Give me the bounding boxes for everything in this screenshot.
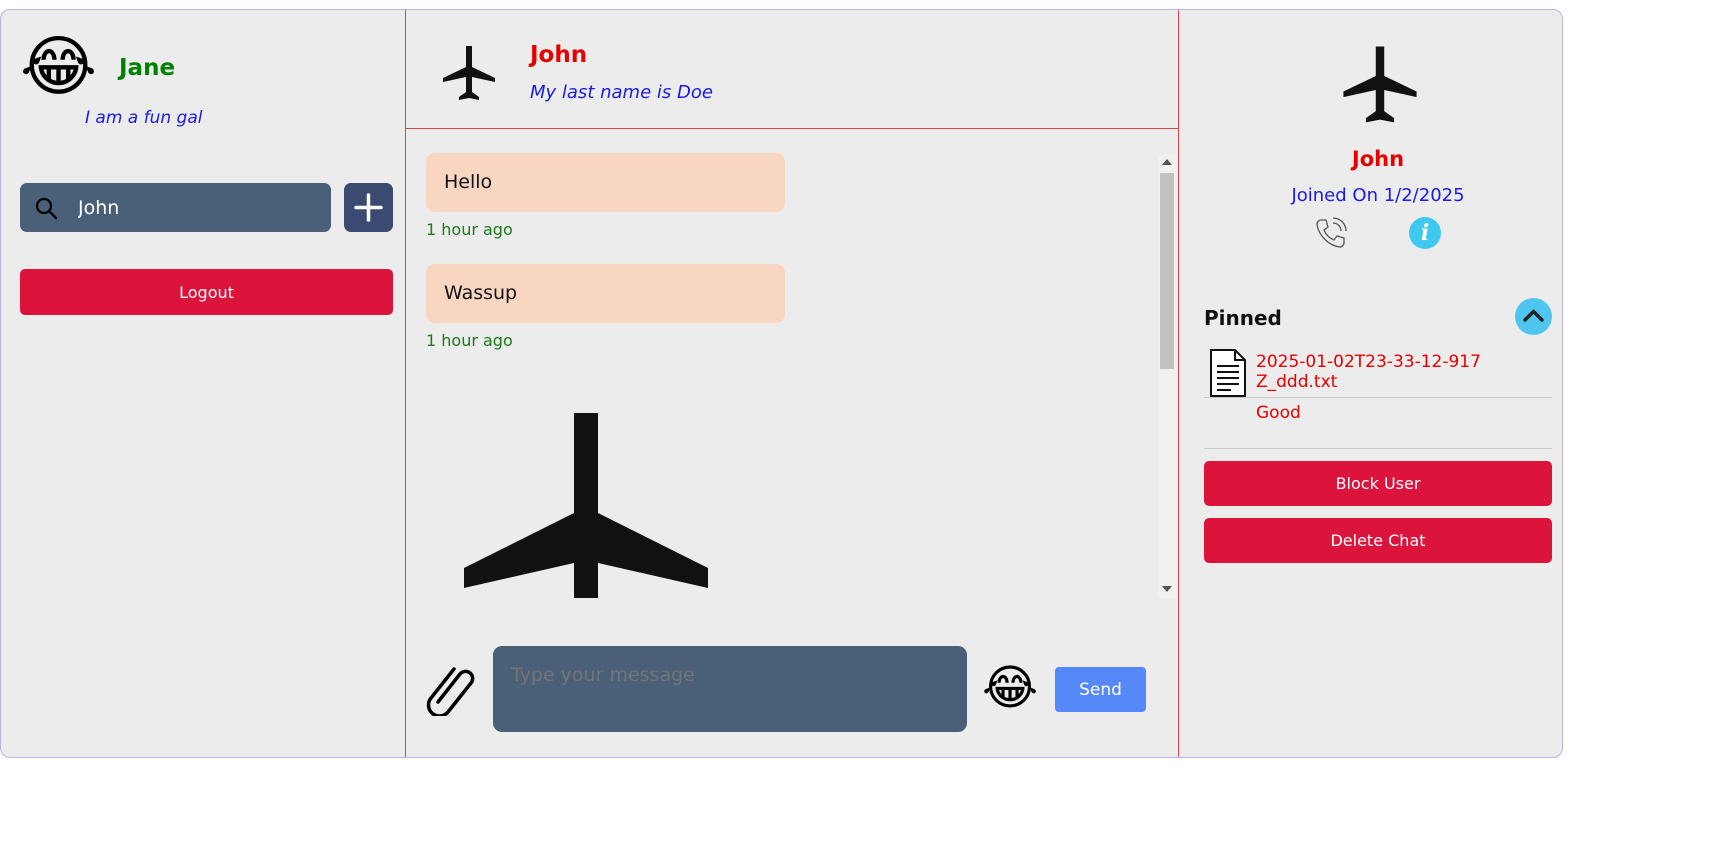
search-box	[20, 183, 331, 232]
search-icon	[35, 197, 58, 220]
airplane-icon[interactable]	[1335, 38, 1425, 128]
message-time: 1 hour ago	[426, 220, 513, 239]
emoji-icon[interactable]: 😂	[982, 658, 1038, 718]
message-list: Hello 1 hour ago Wassup 1 hour ago	[406, 153, 1176, 598]
divider	[1204, 448, 1552, 449]
collapse-pinned-button[interactable]	[1515, 298, 1552, 335]
block-user-button[interactable]: Block User	[1204, 461, 1552, 506]
pinned-title: Pinned	[1204, 306, 1282, 330]
chevron-up-icon	[1523, 309, 1544, 322]
chat-app: 😂 Jane I am a fun gal Logout John My las…	[0, 9, 1563, 758]
message-input[interactable]	[493, 646, 967, 732]
add-chat-button[interactable]	[344, 183, 393, 232]
scroll-down-arrow[interactable]	[1162, 586, 1172, 592]
chat-panel: John My last name is Doe Hello 1 hour ag…	[406, 10, 1178, 757]
logout-button[interactable]: Logout	[20, 269, 393, 315]
message-time: 1 hour ago	[426, 331, 513, 350]
pinned-file-name[interactable]: 2025-01-02T23-33-12-917Z_ddd.txt	[1256, 352, 1486, 392]
contact-bio: My last name is Doe	[530, 82, 713, 103]
contact-info-panel: John Joined On 1/2/2025 i Pinned 2025-01…	[1178, 10, 1562, 757]
file-icon[interactable]	[1209, 348, 1247, 398]
divider	[1204, 397, 1552, 398]
message-image[interactable]	[456, 393, 716, 598]
contact-name: John	[530, 42, 588, 68]
user-name: Jane	[119, 55, 176, 81]
composer: 😂 Send	[406, 640, 1178, 740]
airplane-icon	[464, 413, 708, 598]
delete-chat-button[interactable]: Delete Chat	[1204, 518, 1552, 563]
chat-header: John My last name is Doe	[406, 10, 1178, 129]
user-avatar[interactable]: 😂	[20, 30, 97, 104]
phone-icon[interactable]	[1314, 216, 1348, 250]
paperclip-icon[interactable]	[426, 660, 476, 716]
scroll-thumb[interactable]	[1160, 173, 1174, 369]
user-status: I am a fun gal	[85, 108, 203, 128]
message-bubble: Wassup	[426, 264, 785, 323]
message-bubble: Hello	[426, 153, 785, 212]
send-button[interactable]: Send	[1055, 667, 1146, 712]
pinned-file-note: Good	[1256, 403, 1301, 423]
profile-name: John	[1351, 147, 1405, 171]
plus-icon	[354, 193, 383, 222]
message-scrollbar[interactable]	[1158, 155, 1176, 598]
sidebar: 😂 Jane I am a fun gal Logout	[1, 10, 406, 757]
joined-date: Joined On 1/2/2025	[1291, 185, 1465, 206]
info-icon[interactable]: i	[1409, 217, 1441, 249]
scroll-up-arrow[interactable]	[1162, 159, 1172, 165]
airplane-icon[interactable]	[437, 40, 501, 104]
search-input[interactable]	[78, 183, 318, 232]
